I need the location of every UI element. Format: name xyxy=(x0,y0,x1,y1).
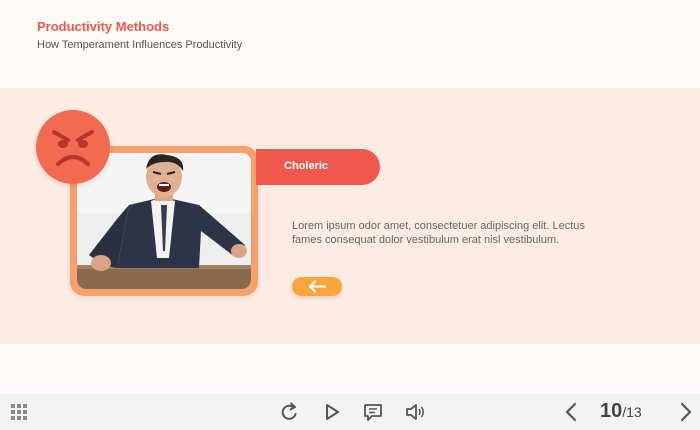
replay-button[interactable] xyxy=(279,402,301,422)
menu-button[interactable] xyxy=(8,402,30,422)
slide-page: Productivity Methods How Temperament Inf… xyxy=(0,0,700,430)
course-subtitle: How Temperament Influences Productivity xyxy=(37,39,243,51)
chevron-left-icon xyxy=(565,402,577,422)
speaker-icon xyxy=(406,404,425,420)
grid-menu-icon xyxy=(11,404,27,420)
lower-band xyxy=(0,344,700,394)
temperament-label: Choleric xyxy=(284,160,329,172)
course-title: Productivity Methods xyxy=(37,19,170,34)
audio-button[interactable] xyxy=(404,402,426,422)
body-text: Lorem ipsum odor amet, consectetuer adip… xyxy=(292,220,585,246)
chevron-right-icon xyxy=(680,402,692,422)
header: Productivity Methods How Temperament Inf… xyxy=(0,0,700,88)
current-page: 10 xyxy=(600,400,623,422)
arrow-left-icon xyxy=(309,280,326,293)
temperament-label-pill: Choleric xyxy=(256,149,380,185)
player-toolbar: 10/13 xyxy=(0,394,700,430)
replay-icon xyxy=(281,402,297,420)
previous-button[interactable] xyxy=(561,402,583,422)
back-button[interactable] xyxy=(292,277,342,296)
next-button[interactable] xyxy=(674,402,696,422)
comment-icon xyxy=(364,404,382,421)
total-pages: /13 xyxy=(622,404,642,420)
page-counter: 10/13 xyxy=(600,400,642,423)
notes-button[interactable] xyxy=(362,402,384,422)
angry-face-icon xyxy=(36,110,110,184)
play-icon xyxy=(326,404,339,420)
play-button[interactable] xyxy=(321,402,343,422)
